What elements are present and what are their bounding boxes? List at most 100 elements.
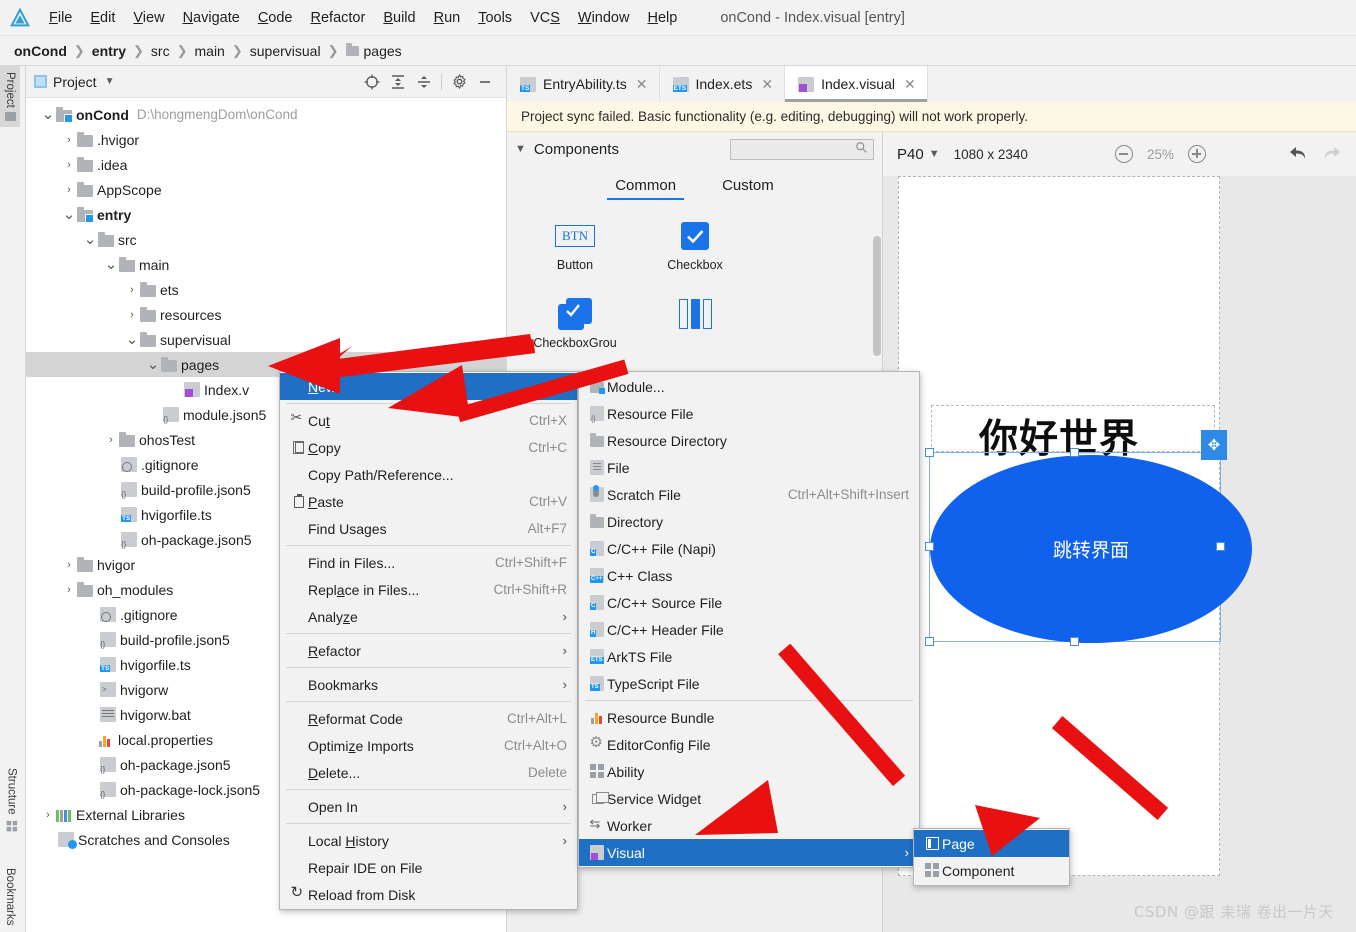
component-columnsplit[interactable] (635, 292, 755, 370)
new-submenu[interactable]: Module... Resource File Resource Directory… (578, 371, 920, 868)
chevron-down-icon[interactable]: ▼ (105, 76, 115, 87)
expand-all-icon[interactable] (385, 69, 411, 95)
tree-row[interactable]: › resources (26, 302, 506, 327)
menu-item-reformat-code[interactable]: Reformat Code Ctrl+Alt+L (280, 705, 577, 732)
tree-twisty-icon[interactable]: › (124, 284, 140, 296)
resize-handle-tl[interactable] (925, 448, 934, 457)
search-input[interactable] (736, 141, 855, 157)
menu-item-delete[interactable]: Delete... Delete (280, 759, 577, 786)
menu-build[interactable]: Build (374, 8, 424, 28)
component-checkbox[interactable]: Checkbox (635, 214, 755, 292)
close-icon[interactable]: ✕ (904, 76, 916, 93)
menu-navigate[interactable]: Navigate (174, 8, 249, 28)
tree-row[interactable]: ⌄ main (26, 252, 506, 277)
menu-item-find-in-files[interactable]: Find in Files... Ctrl+Shift+F (280, 549, 577, 576)
collapse-all-icon[interactable] (411, 69, 437, 95)
menu-item-c-c-header-file[interactable]: H C/C++ Header File (579, 616, 919, 643)
tree-row[interactable]: ⌄ supervisual (26, 327, 506, 352)
resize-handle-ml[interactable] (925, 542, 934, 551)
menu-item-c-class[interactable]: C++ C++ Class (579, 562, 919, 589)
menu-refactor[interactable]: Refactor (302, 8, 375, 28)
menu-item-worker[interactable]: Worker (579, 812, 919, 839)
preview-circle-button[interactable]: 跳转界面 (930, 455, 1252, 643)
hide-panel-icon[interactable] (472, 69, 498, 95)
menu-edit[interactable]: Edit (81, 8, 124, 28)
menu-item-find-usages[interactable]: Find Usages Alt+F7 (280, 515, 577, 542)
editor-tab-entryability-ts[interactable]: TS EntryAbility.ts ✕ (507, 66, 660, 102)
breadcrumb-item-5[interactable]: pages (364, 43, 402, 59)
menu-item-paste[interactable]: Paste Ctrl+V (280, 488, 577, 515)
components-search[interactable] (730, 138, 874, 160)
menu-item-page[interactable]: Page (914, 830, 1069, 857)
resize-handle-bc[interactable] (1070, 637, 1079, 646)
menu-item-open-in[interactable]: Open In › (280, 793, 577, 820)
breadcrumb-item-4[interactable]: supervisual (250, 43, 321, 59)
undo-icon[interactable] (1288, 144, 1308, 165)
menu-item-typescript-file[interactable]: TS TypeScript File (579, 670, 919, 697)
menu-item-c-c-file-napi[interactable]: C C/C++ File (Napi) (579, 535, 919, 562)
menu-item-directory[interactable]: Directory (579, 508, 919, 535)
resize-handle-bl[interactable] (925, 637, 934, 646)
menu-run[interactable]: Run (425, 8, 470, 28)
sidebar-tab-project[interactable]: Project (0, 66, 20, 127)
menu-item-service-widget[interactable]: Service Widget (579, 785, 919, 812)
zoom-out-button[interactable] (1114, 145, 1133, 163)
tree-twisty-icon[interactable]: › (61, 584, 77, 596)
sidebar-tab-structure[interactable]: Structure (0, 762, 23, 840)
menu-item-refactor[interactable]: Refactor › (280, 637, 577, 664)
components-scrollbar[interactable] (873, 236, 881, 356)
menu-view[interactable]: View (124, 8, 173, 28)
tree-twisty-icon[interactable]: › (61, 184, 77, 196)
close-icon[interactable]: ✕ (636, 76, 648, 93)
tree-row[interactable]: ⌄ src (26, 227, 506, 252)
device-name[interactable]: P40 (897, 146, 924, 163)
menu-tools[interactable]: Tools (469, 8, 521, 28)
menu-item-file[interactable]: File (579, 454, 919, 481)
menu-item-c-c-source-file[interactable]: C C/C++ Source File (579, 589, 919, 616)
editor-tab-index-visual[interactable]: Index.visual ✕ (785, 66, 928, 102)
preview-canvas[interactable]: 你好世界 跳转界面 ✥ CSDN @跟 耒瑞 卷出一片天 (883, 176, 1356, 932)
breadcrumb-item-3[interactable]: main (195, 43, 225, 59)
tree-twisty-icon[interactable]: ⌄ (103, 257, 119, 272)
menu-item-analyze[interactable]: Analyze › (280, 603, 577, 630)
tree-twisty-icon[interactable]: › (61, 134, 77, 146)
menu-item-resource-file[interactable]: Resource File (579, 400, 919, 427)
menu-vcs[interactable]: VCS (521, 8, 569, 28)
tree-row[interactable]: › .hvigor (26, 127, 506, 152)
menu-item-optimize-imports[interactable]: Optimize Imports Ctrl+Alt+O (280, 732, 577, 759)
zoom-in-button[interactable] (1188, 145, 1206, 163)
context-menu[interactable]: New › Cut Ctrl+X Copy Ctrl+C Copy Path/Referen… (279, 371, 578, 910)
tree-row[interactable]: › AppScope (26, 177, 506, 202)
tree-row[interactable]: ⌄ entry (26, 202, 506, 227)
menu-item-bookmarks[interactable]: Bookmarks › (280, 671, 577, 698)
tree-row[interactable]: ⌄ onCond D:\hongmengDom\onCond (26, 102, 506, 127)
tree-twisty-icon[interactable]: › (61, 559, 77, 571)
chevron-down-icon[interactable]: ▼ (929, 148, 940, 160)
menu-item-replace-in-files[interactable]: Replace in Files... Ctrl+Shift+R (280, 576, 577, 603)
menu-item-component[interactable]: Component (914, 857, 1069, 884)
resize-handle-tc[interactable] (1070, 448, 1079, 457)
sidebar-tab-bookmarks[interactable]: Bookmarks (0, 862, 20, 932)
locate-target-icon[interactable] (359, 69, 385, 95)
menu-item-resource-directory[interactable]: Resource Directory (579, 427, 919, 454)
tree-twisty-icon[interactable]: ⌄ (82, 232, 98, 247)
tree-twisty-icon[interactable]: › (103, 434, 119, 446)
editor-tab-index-ets[interactable]: ETS Index.ets ✕ (660, 66, 786, 102)
menu-item-copy-path-reference[interactable]: Copy Path/Reference... (280, 461, 577, 488)
move-handle-icon[interactable]: ✥ (1201, 430, 1227, 460)
tree-twisty-icon[interactable]: › (61, 159, 77, 171)
menu-item-module[interactable]: Module... (579, 373, 919, 400)
menu-help[interactable]: Help (638, 8, 686, 28)
menu-item-arkts-file[interactable]: ETS ArkTS File (579, 643, 919, 670)
menu-window[interactable]: Window (569, 8, 639, 28)
menu-file[interactable]: File (40, 8, 81, 28)
menu-item-local-history[interactable]: Local History › (280, 827, 577, 854)
tab-common[interactable]: Common (607, 177, 684, 200)
menu-item-ability[interactable]: Ability (579, 758, 919, 785)
menu-item-resource-bundle[interactable]: Resource Bundle (579, 704, 919, 731)
tree-row[interactable]: › ets (26, 277, 506, 302)
settings-gear-icon[interactable] (446, 69, 472, 95)
breadcrumb-item-1[interactable]: entry (92, 43, 126, 59)
tab-custom[interactable]: Custom (722, 177, 774, 200)
menu-item-new[interactable]: New › (280, 373, 577, 400)
